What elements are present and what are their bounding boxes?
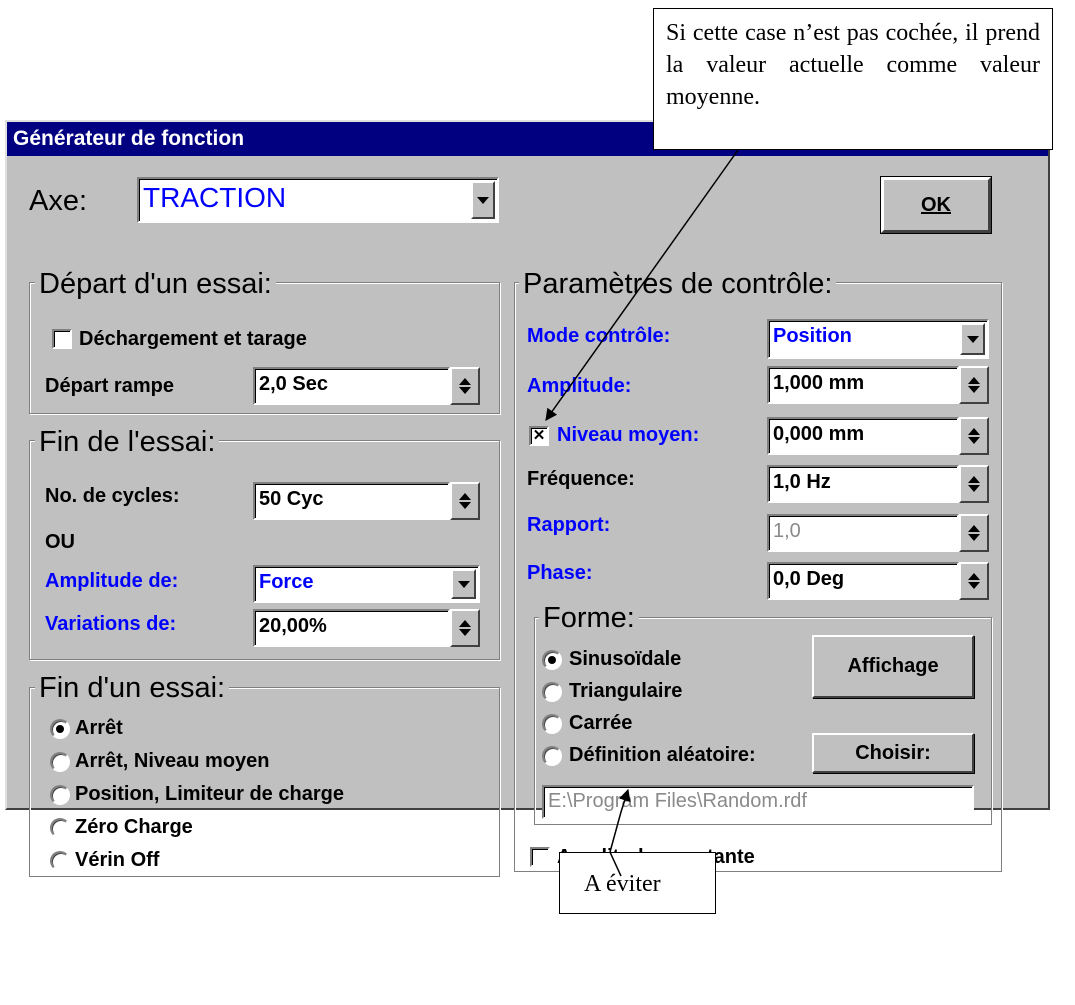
arrow-to-mean-checkbox <box>545 149 739 421</box>
annotation-arrows <box>545 149 739 877</box>
arrow-to-constant-amplitude-tail <box>609 851 622 877</box>
arrow-to-constant-amplitude <box>609 788 631 853</box>
